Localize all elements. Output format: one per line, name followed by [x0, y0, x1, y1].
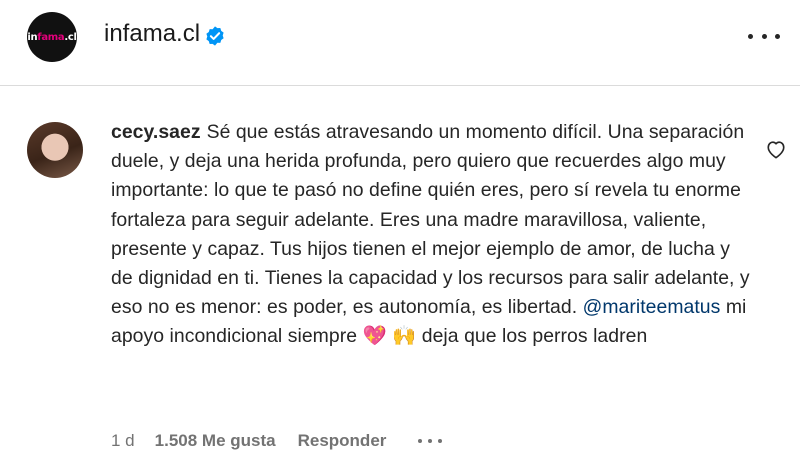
comment-more-icon[interactable]	[418, 439, 443, 443]
comment-time: 1 d	[111, 431, 135, 450]
heart-outline-icon[interactable]	[765, 139, 787, 159]
comment-meta: 1 d 1.508 Me gusta Responder	[111, 430, 443, 452]
account-avatar[interactable]: infama.cl	[27, 12, 77, 62]
raised-hands-emoji-icon: 🙌	[392, 325, 417, 348]
comment-text-part3: deja que los perros ladren	[416, 325, 648, 348]
comment-likes[interactable]: 1.508 Me gusta	[155, 431, 276, 451]
comment-mention[interactable]: @mariteematus	[583, 296, 721, 318]
verified-badge-icon	[206, 26, 224, 46]
comment-body: cecy.saez Sé que estás atravesando un mom…	[111, 118, 751, 352]
account-name[interactable]: infama.cl	[104, 20, 200, 48]
post-header: infama.cl infama.cl	[0, 0, 800, 86]
reply-button[interactable]: Responder	[298, 431, 387, 451]
comment-text-part1: Sé que estás atravesando un momento difí…	[111, 121, 750, 319]
more-options-icon[interactable]	[748, 26, 780, 46]
comment-username[interactable]: cecy.saez	[111, 121, 201, 143]
commenter-avatar[interactable]	[27, 122, 83, 178]
logo-text: infama.cl	[27, 31, 77, 43]
heart-emoji-icon: 💖	[362, 325, 387, 348]
